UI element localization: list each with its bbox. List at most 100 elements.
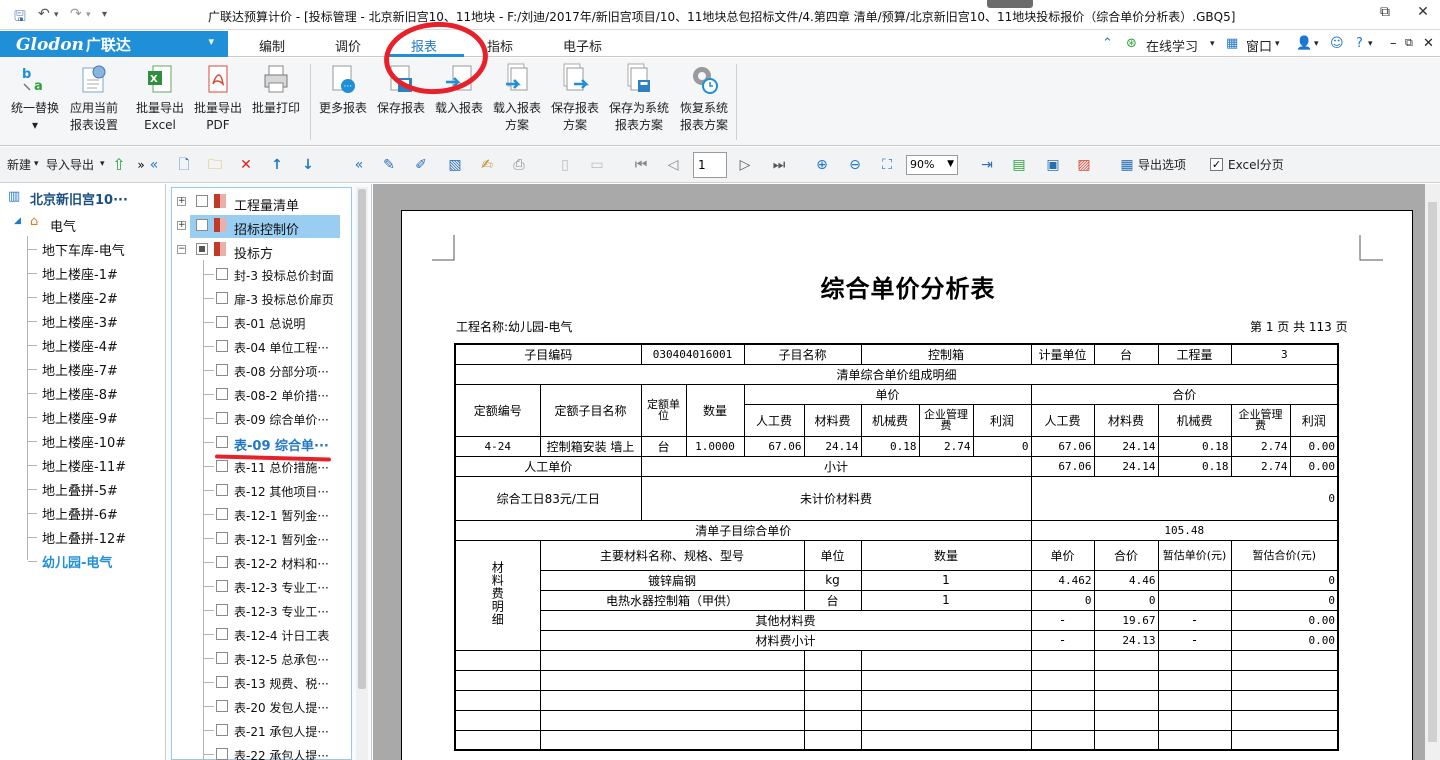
collapse-left-icon[interactable]: « <box>145 156 163 174</box>
report-checkbox[interactable] <box>216 604 228 616</box>
report-item[interactable]: 表-09 综合单价··· <box>234 411 329 428</box>
brush-icon[interactable]: ✐ <box>412 156 430 174</box>
tab-e-bid[interactable]: 电子标 <box>563 36 602 55</box>
tree-group-electric[interactable]: 电气 <box>50 216 76 235</box>
unify-replace-button[interactable]: ba 统一替换 ▾ <box>6 62 64 134</box>
report-item[interactable]: 表-21 承包人提··· <box>234 723 329 740</box>
tab-edit[interactable]: 编制 <box>259 36 285 55</box>
save-icon[interactable]: 🖫 <box>14 6 26 30</box>
last-page-icon[interactable]: ⏭ <box>770 156 788 174</box>
report-item[interactable]: 表-12 其他项目··· <box>234 483 329 500</box>
group-expand-icon[interactable]: + <box>177 197 186 206</box>
tree-item[interactable]: 地上楼座-4# <box>42 336 118 355</box>
print-icon[interactable]: ⎙ <box>510 156 528 174</box>
customize-icon[interactable]: ▾ <box>102 9 107 20</box>
scroll-thumb[interactable] <box>1428 202 1437 742</box>
tree-root[interactable]: 北京新旧宫10··· <box>30 189 128 208</box>
assistant-icon[interactable]: ☺ <box>1330 36 1344 51</box>
report-checkbox[interactable] <box>216 748 228 760</box>
tree-item[interactable]: 地上楼座-9# <box>42 408 118 427</box>
collapse-ribbon-icon[interactable]: ⌃ <box>1102 36 1113 51</box>
tree-item[interactable]: 地下车库-电气 <box>42 240 125 259</box>
report-checkbox[interactable] <box>216 412 228 424</box>
move-down-report-icon[interactable]: ↓ <box>299 156 317 174</box>
zoom-out-icon[interactable]: ⊖ <box>846 156 864 174</box>
save-report-button[interactable]: 保存报表 <box>374 62 428 117</box>
tree-item[interactable]: 地上叠拼-12# <box>42 528 126 547</box>
report-checkbox[interactable] <box>216 484 228 496</box>
first-page-icon[interactable]: ⏮ <box>632 156 650 174</box>
group-collapse-icon[interactable]: − <box>177 245 186 254</box>
batch-print-button[interactable]: 批量打印 <box>250 62 302 117</box>
close-doc-icon[interactable]: ✕ <box>1423 36 1434 51</box>
batch-export-excel-button[interactable]: X 批量导出 Excel <box>134 62 186 134</box>
group-bidder[interactable]: 投标方 <box>234 243 273 262</box>
export-file-icon[interactable]: ▣ <box>1044 156 1062 174</box>
report-checkbox[interactable] <box>216 556 228 568</box>
tab-index[interactable]: 指标 <box>487 36 513 55</box>
export-icon[interactable]: ⇥ <box>978 156 996 174</box>
single-page-icon[interactable]: ▯ <box>556 156 574 174</box>
report-item[interactable]: 表-12-1 暂列金··· <box>234 531 329 548</box>
group-checkbox[interactable] <box>196 243 208 255</box>
report-list-scrollbar[interactable] <box>356 187 368 760</box>
restore-system-scheme-button[interactable]: 恢复系统 报表方案 <box>676 62 732 134</box>
move-up-report-icon[interactable]: ↑ <box>268 156 286 174</box>
report-item[interactable]: 表-12-3 专业工··· <box>234 579 329 596</box>
report-item[interactable]: 表-22 承包人提··· <box>234 747 329 760</box>
load-report-scheme-button[interactable]: 载入报表 方案 <box>490 62 544 134</box>
excel-split-checkbox[interactable]: ✓ <box>1210 158 1223 171</box>
export-excel-icon[interactable]: ▤ <box>1010 156 1028 174</box>
apply-report-settings-button[interactable]: 应用当前 报表设置 <box>66 62 122 134</box>
report-checkbox[interactable] <box>216 292 228 304</box>
tree-item[interactable]: 地上叠拼-6# <box>42 504 118 523</box>
tree-expand-icon[interactable]: ◢ <box>14 216 21 226</box>
report-checkbox[interactable] <box>216 652 228 664</box>
undo-dropdown-icon[interactable]: ▾ <box>54 10 59 20</box>
undo-icon[interactable]: ↶ <box>38 6 50 22</box>
preview-scrollbar[interactable] <box>1425 184 1440 760</box>
report-item[interactable]: 表-08-2 单价措··· <box>234 387 329 404</box>
group-bill-of-quantities[interactable]: 工程量清单 <box>234 195 299 214</box>
prev-page-icon[interactable]: ◁ <box>664 156 682 174</box>
brand-logo[interactable]: Glodon 广联达 ▾ <box>0 31 228 57</box>
next-page-icon[interactable]: ▷ <box>736 156 754 174</box>
report-checkbox[interactable] <box>216 628 228 640</box>
window-menu[interactable]: 窗口 <box>1246 36 1272 55</box>
report-item[interactable]: 表-12-4 计日工表 <box>234 627 329 644</box>
zoom-dropdown-icon[interactable]: ▼ <box>947 159 954 169</box>
edit-report-icon[interactable]: ✎ <box>380 156 398 174</box>
fit-page-icon[interactable]: ⛶ <box>878 156 896 174</box>
design-icon[interactable]: ✍ <box>478 156 496 174</box>
redo-icon[interactable]: ↷ <box>70 6 82 22</box>
report-checkbox[interactable] <box>216 580 228 592</box>
move-up-icon[interactable]: ⇧ <box>110 156 128 174</box>
tab-report[interactable]: 报表 <box>411 36 437 55</box>
report-checkbox[interactable] <box>216 340 228 352</box>
user-icon[interactable]: 👤 <box>1296 36 1312 51</box>
delete-icon[interactable]: ✕ <box>237 156 255 174</box>
report-checkbox[interactable] <box>216 724 228 736</box>
help-button[interactable]: ? <box>1356 36 1363 51</box>
brand-dropdown-icon[interactable]: ▾ <box>208 35 214 48</box>
restore-doc-icon[interactable]: ⧉ <box>1405 36 1413 50</box>
online-learning-button[interactable]: 在线学习 <box>1146 36 1198 55</box>
close-window-icon[interactable]: ✕ <box>1408 4 1438 20</box>
report-item[interactable]: 表-20 发包人提··· <box>234 699 329 716</box>
add-folder-icon[interactable]: 🗀 <box>206 156 224 174</box>
import-export-button[interactable]: 导入导出 <box>46 156 94 173</box>
group-checkbox[interactable] <box>196 195 208 207</box>
group-expand-icon[interactable]: + <box>177 221 186 230</box>
tree-item[interactable]: 地上楼座-7# <box>42 360 118 379</box>
help-dropdown-icon[interactable]: ▾ <box>1368 39 1373 49</box>
report-item[interactable]: 表-12-2 材料和··· <box>234 555 329 572</box>
user-dropdown-icon[interactable]: ▾ <box>1314 39 1319 49</box>
tree-item[interactable]: 地上楼座-2# <box>42 288 118 307</box>
online-learning-dropdown-icon[interactable]: ▾ <box>1210 39 1215 49</box>
tree-item[interactable]: 地上叠拼-5# <box>42 480 118 499</box>
new-button[interactable]: 新建 <box>7 156 31 173</box>
load-report-button[interactable]: 载入报表 <box>432 62 486 117</box>
export-options-button[interactable]: 导出选项 <box>1138 156 1186 173</box>
new-dropdown-icon[interactable]: ▾ <box>34 159 39 169</box>
import-export-dropdown-icon[interactable]: ▾ <box>100 159 105 169</box>
